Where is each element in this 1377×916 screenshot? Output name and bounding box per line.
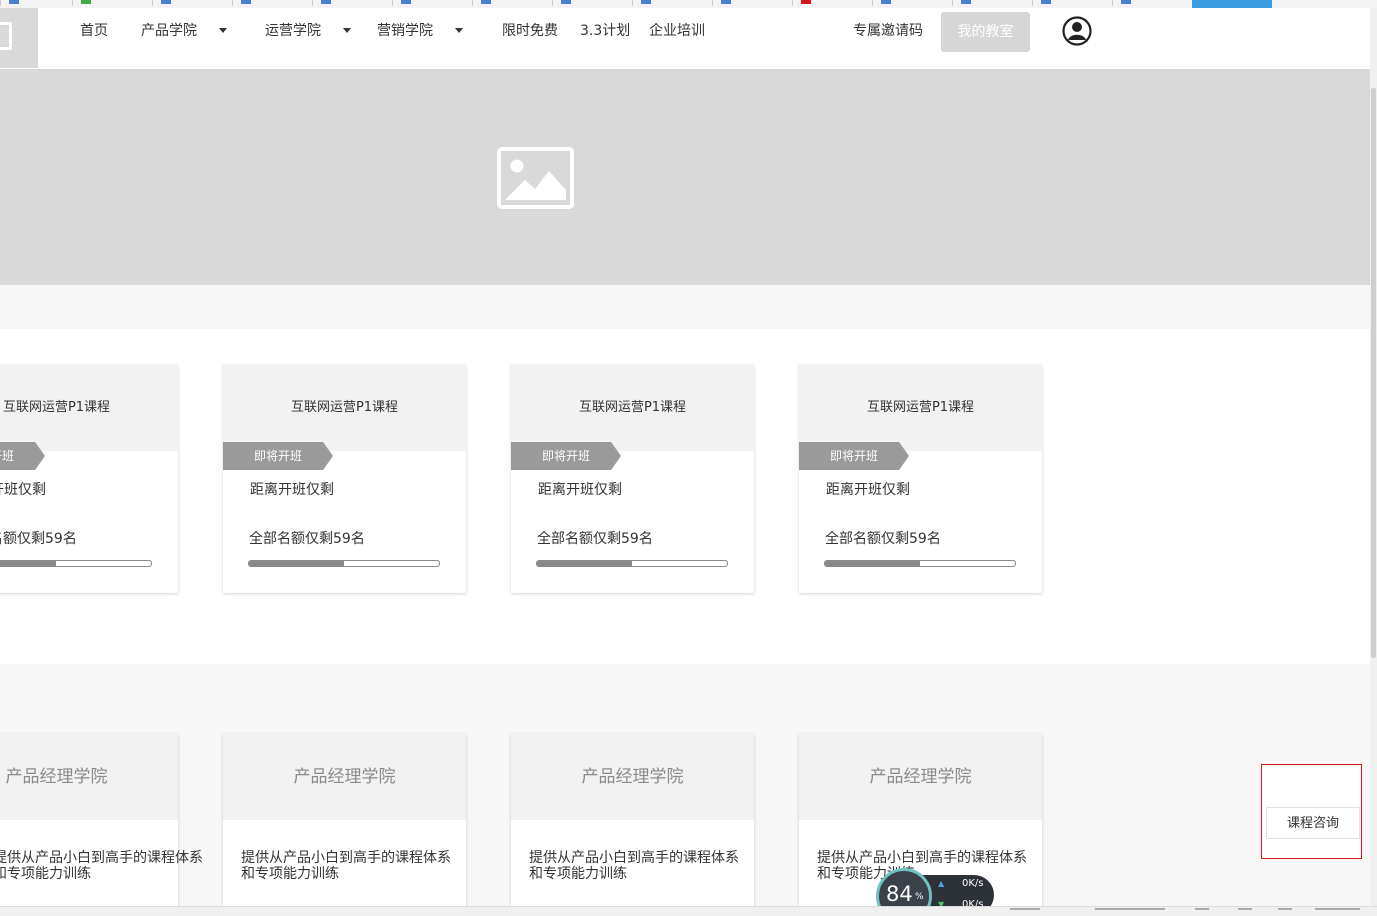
section-divider: [0, 285, 1370, 329]
status-item[interactable]: [1315, 908, 1360, 916]
nav-item-product-academy[interactable]: 产品学院: [141, 8, 197, 54]
status-item[interactable]: [1010, 908, 1040, 916]
status-badge: 即将开班: [511, 442, 621, 470]
academy-description: 提供从产品小白到高手的课程体系和专项能力训练: [241, 850, 451, 882]
status-item[interactable]: [1095, 908, 1165, 916]
usage-percent: 84: [886, 882, 913, 906]
academy-title: 产品经理学院: [799, 734, 1042, 820]
vertical-scrollbar[interactable]: [1370, 8, 1377, 906]
nav-item-enterprise-training[interactable]: 企业培训: [649, 8, 705, 54]
course-title: 互联网运营P1课程: [511, 365, 754, 451]
browser-status-bar: [0, 906, 1377, 916]
course-card[interactable]: 互联网运营P1课程 即将开班 距离开班仅剩 全部名额仅剩59名: [0, 365, 178, 593]
upload-speed: 0K/s: [962, 878, 984, 889]
progress-fill: [825, 561, 920, 566]
scrollbar-thumb[interactable]: [1371, 88, 1376, 658]
site-logo[interactable]: [0, 8, 38, 68]
countdown-label: 距离开班仅剩: [826, 482, 910, 498]
nav-item-limited-free[interactable]: 限时免费: [502, 8, 558, 54]
progress-fill: [537, 561, 632, 566]
browser-tab[interactable]: [952, 0, 1032, 6]
invite-code-link[interactable]: 专属邀请码: [853, 8, 923, 54]
logo-image-icon: [0, 22, 12, 50]
browser-tab[interactable]: [72, 0, 152, 6]
academy-card[interactable]: 产品经理学院 提供从产品小白到高手的课程体系和专项能力训练: [0, 734, 203, 914]
user-avatar-icon[interactable]: [1062, 16, 1092, 46]
countdown-label: 距离开班仅剩: [538, 482, 622, 498]
browser-tab[interactable]: [632, 0, 712, 6]
academy-description: 提供从产品小白到高手的课程体系和专项能力训练: [0, 850, 203, 882]
academy-card[interactable]: 产品经理学院 提供从产品小白到高手的课程体系和专项能力训练: [511, 734, 754, 914]
quota-label: 全部名额仅剩59名: [537, 531, 653, 547]
browser-tab[interactable]: [872, 0, 952, 6]
browser-tab[interactable]: [152, 0, 232, 6]
quota-progress-bar: [536, 560, 728, 567]
page-root: { "nav": { "items": [ {"label": "首页", "h…: [0, 0, 1377, 916]
browser-tab[interactable]: [232, 0, 312, 6]
browser-tab[interactable]: [312, 0, 392, 6]
countdown-label: 距离开班仅剩: [250, 482, 334, 498]
status-item[interactable]: [1278, 908, 1292, 916]
browser-tab[interactable]: [472, 0, 552, 6]
course-title: 互联网运营P1课程: [799, 365, 1042, 451]
quota-label: 全部名额仅剩59名: [249, 531, 365, 547]
hero-banner-placeholder: [0, 69, 1370, 285]
top-navigation: 首页 产品学院 运营学院 营销学院 限时免费 3.3计划 企业培训 专属邀请码 …: [0, 8, 1377, 68]
browser-tab[interactable]: [552, 0, 632, 6]
browser-tab-strip: [0, 0, 1377, 8]
academy-description: 提供从产品小白到高手的课程体系和专项能力训练: [529, 850, 739, 882]
course-card[interactable]: 互联网运营P1课程 即将开班 距离开班仅剩 全部名额仅剩59名: [223, 365, 466, 593]
browser-tab[interactable]: [392, 0, 472, 6]
nav-item-operations-academy[interactable]: 运营学院: [265, 8, 321, 54]
course-consult-widget: 课程咨询: [1261, 764, 1362, 859]
status-badge: 即将开班: [223, 442, 333, 470]
chevron-down-icon[interactable]: [219, 28, 227, 33]
percent-sign: %: [915, 892, 924, 902]
quota-progress-bar: [0, 560, 152, 567]
course-consult-button[interactable]: 课程咨询: [1266, 807, 1360, 839]
course-title: 互联网运营P1课程: [0, 365, 178, 451]
nav-item-home[interactable]: 首页: [80, 8, 108, 54]
chevron-down-icon[interactable]: [455, 28, 463, 33]
countdown-label: 距离开班仅剩: [0, 482, 46, 498]
quota-progress-bar: [248, 560, 440, 567]
browser-tab[interactable]: [1112, 0, 1192, 6]
status-item[interactable]: [1195, 908, 1209, 916]
browser-tab-active[interactable]: [1192, 0, 1272, 8]
browser-tab[interactable]: [0, 0, 72, 6]
image-placeholder-icon: [497, 147, 574, 209]
status-item[interactable]: [1238, 908, 1252, 916]
academy-card[interactable]: 产品经理学院 提供从产品小白到高手的课程体系和专项能力训练: [223, 734, 466, 914]
quota-label: 全部名额仅剩59名: [825, 531, 941, 547]
academy-title: 产品经理学院: [0, 734, 178, 820]
course-card[interactable]: 互联网运营P1课程 即将开班 距离开班仅剩 全部名额仅剩59名: [799, 365, 1042, 593]
browser-tab[interactable]: [712, 0, 792, 6]
nav-item-3-3-plan[interactable]: 3.3计划: [580, 8, 630, 54]
progress-fill: [249, 561, 344, 566]
course-title: 互联网运营P1课程: [223, 365, 466, 451]
progress-fill: [0, 561, 56, 566]
upload-arrow-icon: ▲: [938, 879, 945, 888]
browser-tab[interactable]: [1032, 0, 1112, 6]
chevron-down-icon[interactable]: [343, 28, 351, 33]
quota-progress-bar: [824, 560, 1016, 567]
academy-title: 产品经理学院: [511, 734, 754, 820]
quota-label: 全部名额仅剩59名: [0, 531, 77, 547]
browser-tab[interactable]: [792, 0, 872, 6]
status-badge: 即将开班: [799, 442, 909, 470]
academy-title: 产品经理学院: [223, 734, 466, 820]
my-classroom-button[interactable]: 我的教室: [941, 12, 1030, 52]
nav-item-marketing-academy[interactable]: 营销学院: [377, 8, 433, 54]
course-card[interactable]: 互联网运营P1课程 即将开班 距离开班仅剩 全部名额仅剩59名: [511, 365, 754, 593]
section-divider: [0, 664, 1370, 734]
